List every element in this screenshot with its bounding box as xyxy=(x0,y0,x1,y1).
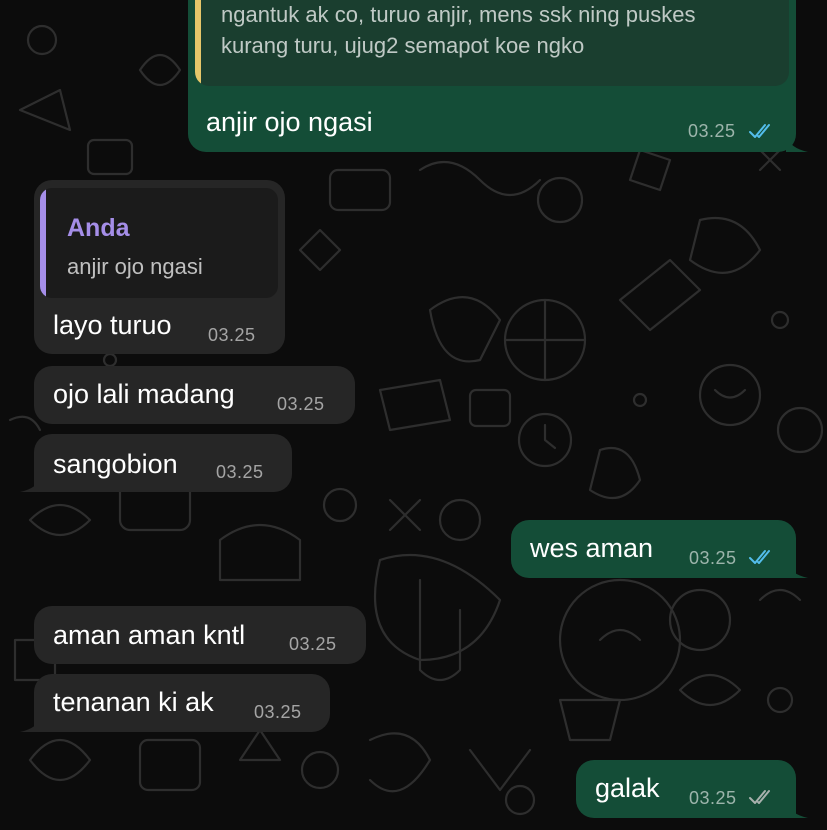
message-time: 03.25 xyxy=(689,548,737,568)
double-check-icon xyxy=(749,790,770,804)
message-time: 03.25 xyxy=(688,121,736,141)
double-check-icon xyxy=(749,550,770,564)
quoted-author: Anda xyxy=(67,214,130,242)
message-bubble-incoming[interactable]: ojo lali madang 03.25 xyxy=(34,366,355,424)
quote-accent-bar xyxy=(195,0,201,86)
message-text: anjir ojo ngasi xyxy=(206,107,373,137)
quote-accent-bar xyxy=(40,188,46,298)
message-time: 03.25 xyxy=(289,634,337,654)
message-time: 03.25 xyxy=(216,462,264,482)
bubble-tail xyxy=(786,802,808,818)
message-text: ojo lali madang xyxy=(53,379,235,409)
message-time: 03.25 xyxy=(689,788,737,808)
message-text: aman aman kntl xyxy=(53,620,246,650)
bubble-tail xyxy=(20,476,42,492)
bubble-tail xyxy=(786,562,808,578)
double-check-icon xyxy=(749,124,770,138)
message-bubble-incoming[interactable]: Anda anjir ojo ngasi layo turuo 03.25 xyxy=(34,180,285,354)
message-bubble-outgoing[interactable]: galak 03.25 xyxy=(576,760,796,818)
message-text: tenanan ki ak xyxy=(53,687,214,717)
bubble-tail xyxy=(786,136,808,152)
bubble-tail xyxy=(20,716,42,732)
quoted-reply[interactable]: Anda anjir ojo ngasi xyxy=(40,188,278,298)
message-text: wes aman xyxy=(530,533,654,563)
message-time: 03.25 xyxy=(277,394,325,414)
quoted-text-line: kurang turu, ujug2 semapot koe ngko xyxy=(221,33,585,58)
message-bubble-outgoing[interactable]: ngantuk ak co, turuo anjir, mens ssk nin… xyxy=(188,0,796,152)
message-text: layo turuo xyxy=(53,310,172,340)
message-text: sangobion xyxy=(53,449,178,479)
message-text: galak xyxy=(595,773,660,803)
message-bubble-incoming[interactable]: sangobion 03.25 xyxy=(34,434,292,492)
message-bubble-incoming[interactable]: aman aman kntl 03.25 xyxy=(34,606,366,664)
quoted-reply[interactable]: ngantuk ak co, turuo anjir, mens ssk nin… xyxy=(195,0,789,86)
message-time: 03.25 xyxy=(254,702,302,722)
message-bubble-incoming[interactable]: tenanan ki ak 03.25 xyxy=(34,674,330,732)
message-time: 03.25 xyxy=(208,325,256,345)
message-bubble-outgoing[interactable]: wes aman 03.25 xyxy=(511,520,796,578)
quoted-text-line: ngantuk ak co, turuo anjir, mens ssk nin… xyxy=(221,2,696,27)
quoted-text: anjir ojo ngasi xyxy=(67,254,203,279)
